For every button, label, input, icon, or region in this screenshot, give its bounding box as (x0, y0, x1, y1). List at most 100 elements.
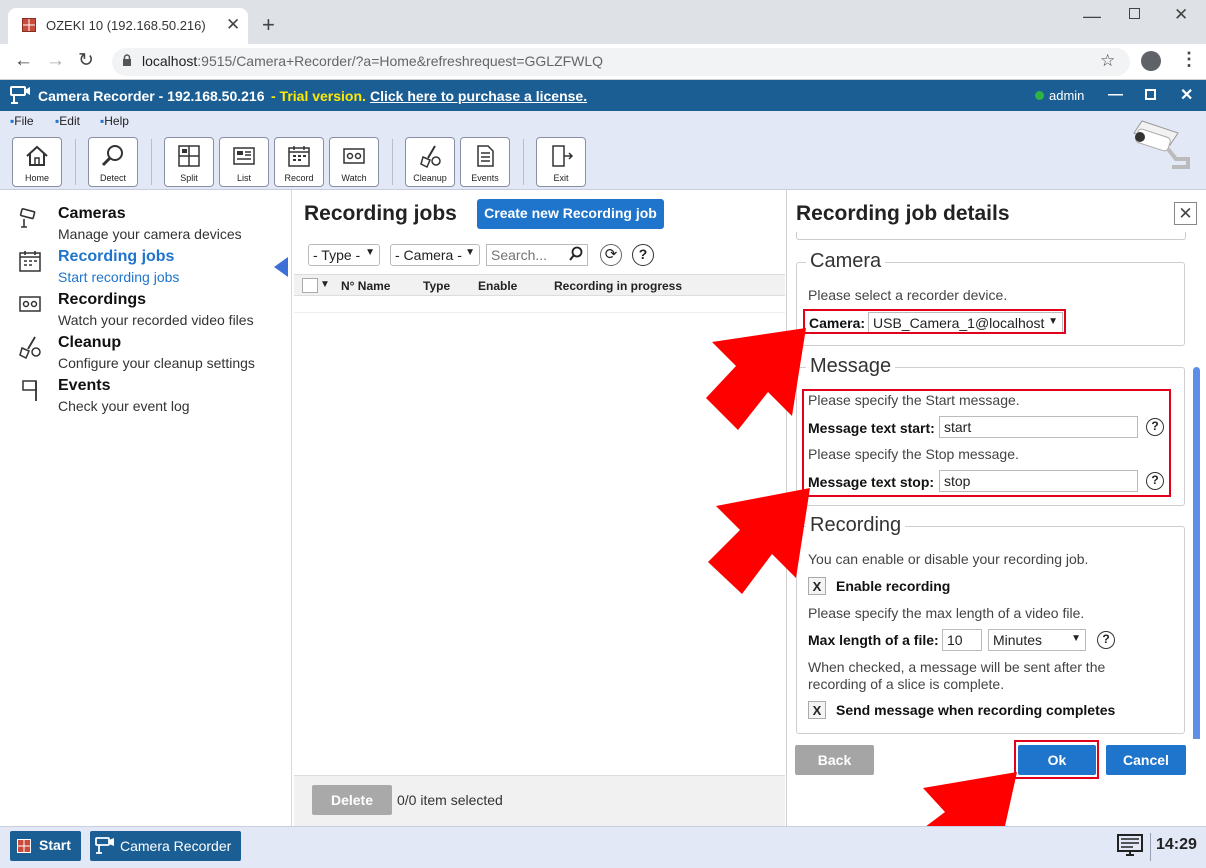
camera-select[interactable]: USB_Camera_1@localhost ▼ (868, 312, 1063, 334)
nav-item-events[interactable]: Events Check your event log (18, 374, 288, 414)
enable-recording-label[interactable]: Enable recording (836, 578, 950, 594)
close-window-icon[interactable]: ✕ (1174, 5, 1188, 25)
search-icon[interactable] (568, 246, 584, 262)
type-filter-select[interactable]: - Type - ▼ (308, 244, 380, 266)
nav-item-cameras[interactable]: Cameras Manage your camera devices (18, 202, 288, 242)
url-text: localhost:9515/Camera+Recorder/?a=Home&r… (142, 53, 603, 69)
help-icon[interactable]: ? (632, 244, 654, 266)
menu-edit[interactable]: ▪Edit (55, 114, 80, 128)
cleanup-button[interactable]: Cleanup (405, 137, 455, 187)
minimize-window-icon[interactable]: — (1083, 6, 1101, 27)
start-button[interactable]: Start (10, 831, 81, 861)
table-empty-row (294, 296, 785, 313)
chevron-down-icon: ▼ (465, 247, 475, 258)
chevron-down-icon: ▼ (365, 247, 375, 258)
record-button[interactable]: Record (274, 137, 324, 187)
app-minimize-icon[interactable]: — (1108, 86, 1123, 103)
back-button[interactable]: Back (795, 745, 874, 775)
record-label: Record (284, 173, 314, 183)
nav-subtitle: Watch your recorded video files (58, 312, 254, 328)
list-button[interactable]: List (219, 137, 269, 187)
watch-label: Watch (341, 173, 367, 183)
max-length-input[interactable]: 10 (942, 629, 982, 651)
camera-filter-value: - Camera - (395, 247, 462, 263)
camera-app-icon (8, 84, 32, 106)
purchase-license-link[interactable]: Click here to purchase a license. (370, 88, 587, 104)
watch-button[interactable]: Watch (329, 137, 379, 187)
toolbar: Home Detect Split List Record Watch Clea… (0, 120, 1206, 190)
new-tab-icon[interactable]: + (262, 12, 275, 38)
toolbar-divider (392, 139, 393, 185)
nav-item-recording-jobs[interactable]: Recording jobs Start recording jobs (18, 245, 288, 285)
user-name[interactable]: admin (1049, 88, 1084, 103)
camera-app-icon (94, 836, 116, 856)
stop-message-input[interactable]: stop (939, 470, 1138, 492)
exit-button[interactable]: Exit (536, 137, 586, 187)
detect-button[interactable]: Detect (88, 137, 138, 187)
menu-file[interactable]: ▪File (10, 114, 34, 128)
start-message-input[interactable]: start (939, 416, 1138, 438)
profile-icon[interactable] (1141, 51, 1161, 71)
browser-tab[interactable]: OZEKI 10 (192.168.50.216) ✕ (8, 8, 248, 44)
stop-message-label: Message text stop: (808, 474, 935, 490)
url-field[interactable]: localhost:9515/Camera+Recorder/?a=Home&r… (112, 48, 1130, 76)
send-message-checkbox[interactable]: X (808, 701, 826, 719)
refresh-icon[interactable]: ⟳ (600, 244, 622, 266)
flag-icon (18, 378, 46, 406)
url-host: localhost (142, 53, 198, 69)
magnifier-icon (101, 145, 123, 167)
close-tab-icon[interactable]: ✕ (226, 15, 240, 35)
column-enable[interactable]: Enable (478, 279, 517, 293)
max-length-help-icon[interactable]: ? (1097, 631, 1115, 649)
nav-title: Recording jobs (58, 248, 175, 265)
online-status-icon (1035, 91, 1044, 100)
document-icon (477, 145, 494, 167)
stop-help-icon[interactable]: ? (1146, 472, 1164, 490)
app-maximize-icon[interactable] (1145, 89, 1156, 100)
camera-legend: Camera (806, 250, 886, 273)
nav-title: Events (58, 377, 111, 394)
column-recording-in-progress[interactable]: Recording in progress (554, 279, 682, 293)
send-message-label[interactable]: Send message when recording completes (836, 702, 1115, 718)
close-panel-icon[interactable]: ✕ (1174, 202, 1197, 225)
favicon-icon (22, 18, 36, 32)
nav-item-recordings[interactable]: Recordings Watch your recorded video fil… (18, 288, 288, 328)
menu-help[interactable]: ▪Help (100, 114, 129, 128)
nav-item-cleanup[interactable]: Cleanup Configure your cleanup settings (18, 331, 288, 371)
ok-button[interactable]: Ok (1018, 745, 1096, 775)
delete-button[interactable]: Delete (312, 785, 392, 815)
length-unit-select[interactable]: Minutes ▼ (988, 629, 1086, 651)
camera-filter-select[interactable]: - Camera - ▼ (390, 244, 480, 266)
column-name[interactable]: N° Name (341, 279, 390, 293)
nav-title: Recordings (58, 291, 147, 308)
column-type[interactable]: Type (423, 279, 450, 293)
lock-icon (122, 54, 132, 67)
reload-icon[interactable]: ↻ (78, 49, 94, 72)
app-close-icon[interactable]: ✕ (1180, 85, 1193, 105)
type-filter-value: - Type - (313, 247, 361, 263)
maximize-window-icon[interactable] (1129, 8, 1140, 19)
back-arrow-icon[interactable]: ← (14, 50, 33, 72)
cancel-button[interactable]: Cancel (1106, 745, 1186, 775)
bookmark-star-icon[interactable]: ☆ (1100, 51, 1115, 71)
toolbar-divider (151, 139, 152, 185)
create-recording-job-button[interactable]: Create new Recording job (477, 199, 664, 229)
split-button[interactable]: Split (164, 137, 214, 187)
select-all-checkbox[interactable] (302, 278, 318, 293)
events-button[interactable]: Events (460, 137, 510, 187)
start-help-icon[interactable]: ? (1146, 418, 1164, 436)
list-label: List (236, 173, 251, 183)
home-button[interactable]: Home (12, 137, 62, 187)
menu-bar: ▪File ▪Edit ▪Help (0, 111, 1206, 131)
chevron-down-icon[interactable]: ▼ (320, 279, 330, 290)
scrollbar[interactable] (1193, 367, 1200, 777)
browser-menu-icon[interactable]: ⋮ (1180, 49, 1198, 70)
forward-arrow-icon[interactable]: → (46, 50, 65, 72)
enable-recording-checkbox[interactable]: X (808, 577, 826, 595)
tab-title: OZEKI 10 (192.168.50.216) (46, 18, 206, 33)
monitor-icon[interactable] (1116, 833, 1144, 859)
calendar-icon (18, 249, 46, 277)
taskbar-app-camera-recorder[interactable]: Camera Recorder (90, 831, 241, 861)
split-icon (178, 145, 200, 167)
detect-label: Detect (99, 173, 126, 183)
